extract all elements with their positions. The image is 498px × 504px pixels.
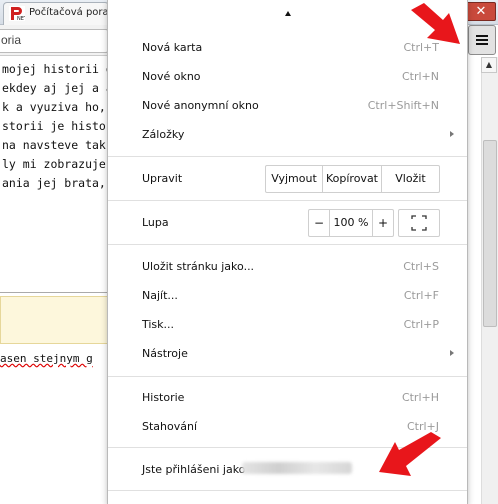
menu-separator xyxy=(108,200,467,201)
cut-button[interactable]: Vyjmout xyxy=(266,166,322,192)
page-text-line: storii je historia n xyxy=(2,119,141,133)
page-text-line: ekdey aj jej a al xyxy=(2,81,120,95)
copy-button[interactable]: Kopírovat xyxy=(323,166,381,192)
zoom-out-button[interactable]: − xyxy=(309,210,329,236)
chrome-main-menu: Nová karta Ctrl+T Nové okno Ctrl+N Nové … xyxy=(107,0,468,504)
address-bar-text: oria xyxy=(1,33,22,47)
chrome-menu-button[interactable] xyxy=(468,25,496,55)
address-bar[interactable]: oria xyxy=(0,29,108,53)
page-text-line: mojej historii go xyxy=(2,62,120,76)
site-favicon-icon: NET xyxy=(9,6,25,21)
page-text-line: ania jej brata, vs xyxy=(2,176,127,190)
menu-item-print[interactable]: Tisk... Ctrl+P xyxy=(108,311,467,339)
page-text-line: k a vyuziva ho, n xyxy=(2,100,120,114)
menu-item-incognito[interactable]: Nové anonymní okno Ctrl+Shift+N xyxy=(108,92,467,120)
red-arrow-icon xyxy=(379,432,441,476)
page-text: mojej historii go ekdey aj jej a al k a … xyxy=(0,60,141,193)
scroll-up-button[interactable]: ▲ xyxy=(481,57,497,73)
submenu-arrow-icon xyxy=(450,350,454,356)
editor-text: asen stejnym g xyxy=(0,352,93,365)
menu-item-bookmarks[interactable]: Záložky xyxy=(108,121,467,149)
svg-text:NET: NET xyxy=(17,16,25,21)
menu-item-find[interactable]: Najít... Ctrl+F xyxy=(108,282,467,310)
window-close-button[interactable]: ✕ xyxy=(466,2,496,21)
menu-item-new-window[interactable]: Nové okno Ctrl+N xyxy=(108,63,467,91)
page-text-line: ly mi zobrazuje j xyxy=(2,157,120,171)
submenu-arrow-icon xyxy=(450,131,454,137)
tab-title: Počítačová pora xyxy=(29,7,109,18)
zoom-controls: − 100 % + xyxy=(308,209,394,237)
scrollbar-thumb[interactable] xyxy=(483,140,497,327)
menu-item-tools[interactable]: Nástroje xyxy=(108,340,467,368)
menu-separator xyxy=(108,244,467,245)
reply-editor[interactable] xyxy=(0,296,112,344)
menu-item-save-page[interactable]: Uložit stránku jako... Ctrl+S xyxy=(108,253,467,281)
fullscreen-button[interactable] xyxy=(398,209,440,237)
red-arrow-icon xyxy=(411,3,460,44)
menu-item-history[interactable]: Historie Ctrl+H xyxy=(108,384,467,412)
zoom-in-button[interactable]: + xyxy=(373,210,393,236)
zoom-level: 100 % xyxy=(333,216,369,229)
menu-separator xyxy=(108,156,467,157)
divider xyxy=(0,292,110,293)
edit-button-group: Vyjmout Kopírovat Vložit xyxy=(265,165,440,193)
page-text-line: na navsteve tak xyxy=(2,138,106,152)
paste-button[interactable]: Vložit xyxy=(382,166,439,192)
menu-separator xyxy=(108,376,467,377)
fullscreen-icon xyxy=(411,215,427,231)
menu-caret-icon xyxy=(285,11,291,16)
menu-separator xyxy=(108,490,467,491)
browser-tab[interactable]: NET Počítačová pora xyxy=(3,2,109,25)
blurred-account-email xyxy=(242,462,352,474)
